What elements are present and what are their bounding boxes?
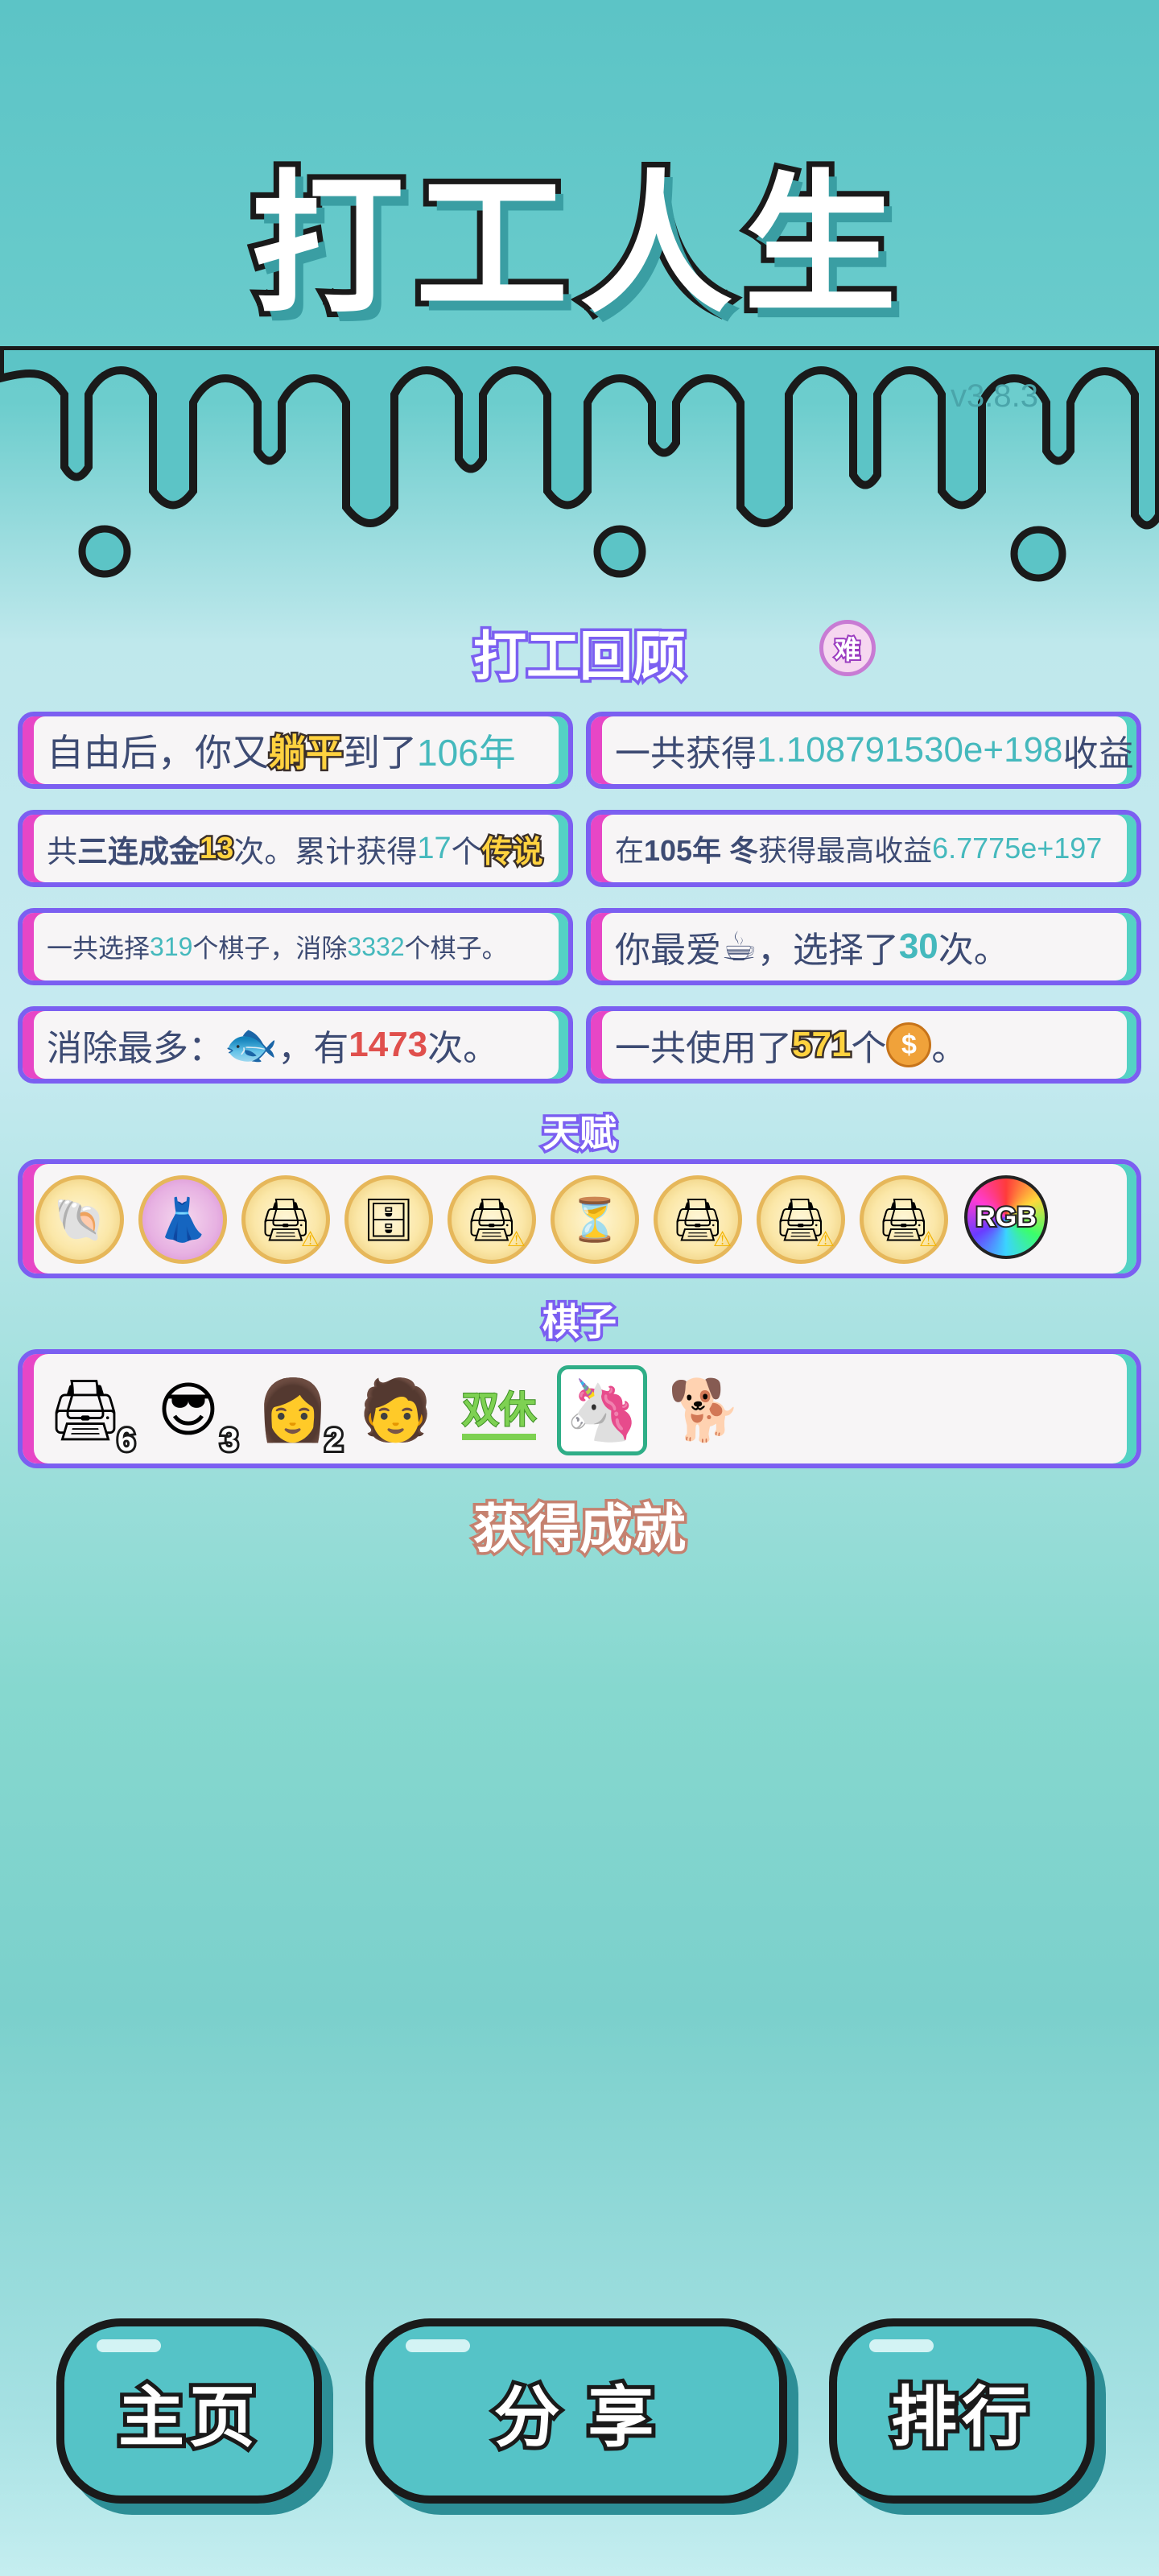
coin-icon: $	[886, 1022, 932, 1067]
stat-card-most-removed: 消除最多： 🐟 ，有 1473 次。	[18, 1006, 573, 1084]
home-button[interactable]: 主页	[56, 2318, 322, 2504]
achievements-heading: 获得成就	[471, 1496, 689, 1562]
piece-woman-icon[interactable]: 👩 2	[248, 1365, 345, 1461]
difficulty-badge[interactable]: 难	[819, 620, 876, 676]
coffee-icon: ☕	[721, 924, 757, 969]
talent-rgb-icon[interactable]: RGB	[964, 1175, 1048, 1259]
piece-unicorn-icon[interactable]: 🦄	[557, 1365, 647, 1455]
warning-icon: ⚠	[918, 1227, 938, 1251]
stat-card-pieces: 一共选择 319 个棋子，消除 3332 个棋子。	[18, 908, 573, 985]
rank-button[interactable]: 排行	[829, 2318, 1095, 2504]
pieces-heading: 棋子	[540, 1298, 620, 1346]
talent-printer-icon[interactable]: 🖨 ⚠	[860, 1175, 948, 1264]
warning-icon: ⚠	[815, 1227, 835, 1251]
stat-card-total-income: 一共获得 1.108791530e+198 收益	[586, 712, 1141, 789]
piece-man-bucket-hat-icon[interactable]: 🧑	[351, 1365, 441, 1455]
warning-icon: ⚠	[712, 1227, 732, 1251]
stat-card-lying-flat: 自由后，你又 躺平 到了 106年	[18, 712, 573, 789]
version-label: v3.8.3	[951, 378, 1038, 414]
fish-icon: 🐟	[224, 1020, 278, 1069]
review-heading: 打工回顾	[471, 624, 689, 689]
talent-printer-icon[interactable]: 🖨 ⚠	[654, 1175, 742, 1264]
warning-icon: ⚠	[300, 1227, 320, 1251]
warning-icon: ⚠	[506, 1227, 526, 1251]
talent-safe-icon[interactable]: 🗄	[344, 1175, 433, 1264]
pieces-panel: 🖨 6 😎 3 👩 2 🧑 双休 🦄 🐕	[18, 1349, 1141, 1468]
talent-hourglass-icon[interactable]: ⏳	[551, 1175, 639, 1264]
stat-card-coins-used: 一共使用了 571 个 $。	[586, 1006, 1141, 1084]
talent-printer-icon[interactable]: 🖨 ⚠	[448, 1175, 536, 1264]
talents-panel: 🐚 👗 🖨 ⚠ 🗄 🖨 ⚠ ⏳ 🖨 ⚠ 🖨 ⚠ 🖨 ⚠ RGB	[18, 1159, 1141, 1278]
share-button[interactable]: 分 享	[365, 2318, 787, 2504]
talent-printer-icon[interactable]: 🖨 ⚠	[241, 1175, 330, 1264]
talent-skirt-icon[interactable]: 👗	[138, 1175, 227, 1264]
talent-shell-icon[interactable]: 🐚	[35, 1175, 124, 1264]
piece-printer-icon[interactable]: 🖨 6	[40, 1365, 138, 1461]
talents-heading: 天赋	[540, 1110, 620, 1158]
app-title: 打工人生	[245, 155, 908, 336]
piece-man-sunglasses-icon[interactable]: 😎 3	[143, 1365, 241, 1460]
piece-double-rest-icon[interactable]: 双休	[454, 1365, 544, 1455]
piece-husky-icon[interactable]: 🐕	[660, 1365, 750, 1455]
stat-card-max-income: 在 105年 冬 获得最高收益 6.7775e+197	[586, 810, 1141, 887]
stat-card-favorite: 你最爱 ☕ ，选择了 30 次。	[586, 908, 1141, 985]
stat-card-triple-gold: 共三连成金 13 次。累计获得 17 个传说	[18, 810, 573, 887]
talent-printer-icon[interactable]: 🖨 ⚠	[757, 1175, 845, 1264]
